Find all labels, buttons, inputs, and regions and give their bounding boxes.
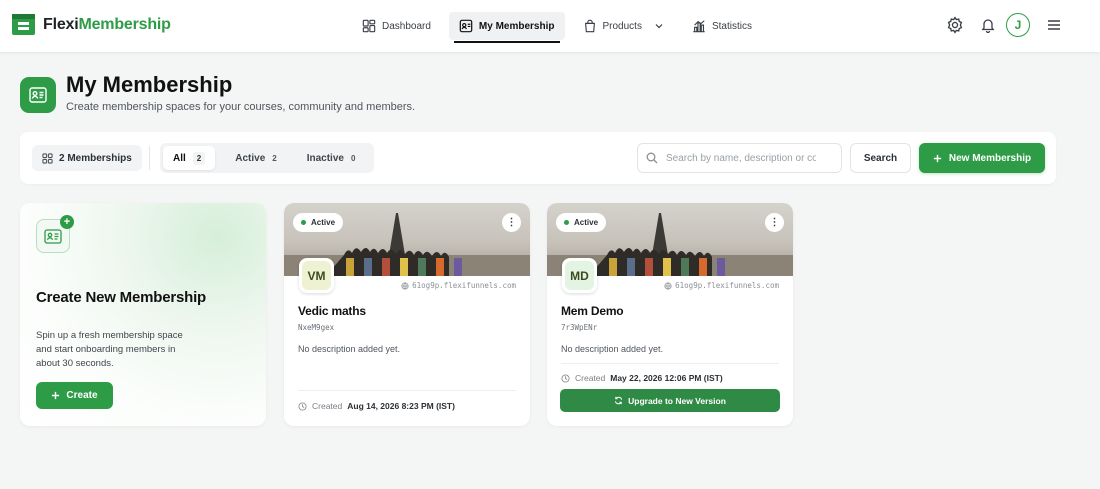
filter-active-label: Active bbox=[235, 152, 266, 164]
search-icon bbox=[646, 152, 658, 164]
status-label: Active bbox=[574, 218, 599, 227]
page-title: My Membership bbox=[66, 72, 233, 97]
bell-icon[interactable] bbox=[980, 17, 996, 33]
create-card-description: Spin up a fresh membership space and sta… bbox=[36, 330, 183, 369]
created-date: Created May 22, 2026 12:06 PM (IST) bbox=[561, 373, 723, 383]
user-avatar[interactable]: J bbox=[1006, 13, 1030, 37]
nav-dashboard[interactable]: Dashboard bbox=[352, 12, 441, 40]
brand-name: FlexiMembership bbox=[43, 15, 171, 33]
id-card-icon bbox=[29, 87, 47, 103]
membership-avatar: MD bbox=[562, 258, 597, 293]
new-membership-button[interactable]: New Membership bbox=[919, 143, 1045, 173]
membership-code: 7r3WpENr bbox=[561, 323, 598, 332]
id-card-icon bbox=[44, 228, 62, 244]
nav-my-membership[interactable]: My Membership bbox=[448, 12, 565, 43]
membership-count-label: 2 Memberships bbox=[59, 152, 132, 164]
created-date: Created Aug 14, 2026 8:23 PM (IST) bbox=[298, 401, 455, 411]
card-divider bbox=[561, 363, 779, 364]
created-label: Created bbox=[312, 401, 343, 411]
gear-icon[interactable] bbox=[946, 16, 964, 34]
filter-active-count: 2 bbox=[272, 153, 277, 163]
status-badge: Active bbox=[293, 213, 344, 232]
logo-icon bbox=[12, 14, 35, 35]
membership-card[interactable]: Active ⋮ VM 61og9p.flexifunnels.com Vedi… bbox=[284, 203, 530, 426]
top-right-actions: J bbox=[946, 13, 1062, 37]
search-button[interactable]: Search bbox=[850, 143, 911, 173]
clock-icon bbox=[561, 373, 570, 383]
grid-icon bbox=[42, 152, 53, 164]
membership-code: NxeM9gex bbox=[298, 323, 335, 332]
brand-logo[interactable]: FlexiMembership bbox=[12, 14, 171, 35]
membership-card[interactable]: Active ⋮ MD 61og9p.flexifunnels.com Mem … bbox=[547, 203, 793, 426]
filter-inactive[interactable]: Inactive 0 bbox=[297, 146, 366, 170]
status-dot bbox=[301, 220, 306, 225]
status-label: Active bbox=[311, 218, 336, 227]
membership-domain[interactable]: 61og9p.flexifunnels.com bbox=[664, 281, 779, 290]
card-divider bbox=[298, 390, 516, 391]
search-field[interactable] bbox=[637, 143, 842, 173]
upgrade-label: Upgrade to New Version bbox=[628, 395, 726, 406]
page-subtitle: Create membership spaces for your course… bbox=[66, 101, 416, 113]
chevron-down-icon bbox=[655, 24, 663, 29]
status-filter-tabs: All 2 Active 2 Inactive 0 bbox=[160, 143, 375, 173]
page-header-icon bbox=[20, 77, 56, 113]
shopping-bag-icon bbox=[584, 19, 595, 33]
more-options-icon[interactable]: ⋮ bbox=[502, 213, 521, 232]
filter-all-count: 2 bbox=[192, 151, 206, 165]
search-input[interactable] bbox=[666, 152, 816, 164]
refresh-icon bbox=[614, 396, 623, 405]
membership-name: Vedic maths bbox=[298, 304, 366, 318]
main-nav: Dashboard My Membership Products Statist… bbox=[352, 12, 770, 43]
plus-icon: + bbox=[60, 215, 74, 229]
upgrade-button[interactable]: Upgrade to New Version bbox=[560, 389, 780, 412]
membership-description: No description added yet. bbox=[561, 344, 664, 354]
filter-inactive-label: Inactive bbox=[306, 152, 344, 164]
globe-icon bbox=[664, 281, 672, 290]
id-card-icon bbox=[459, 19, 473, 33]
clock-icon bbox=[298, 401, 307, 411]
status-badge: Active bbox=[556, 213, 607, 232]
filter-all-label: All bbox=[173, 152, 186, 164]
create-membership-card[interactable]: + Create New Membership Spin up a fresh … bbox=[20, 203, 266, 426]
more-options-icon[interactable]: ⋮ bbox=[765, 213, 784, 232]
new-membership-label: New Membership bbox=[948, 152, 1032, 164]
membership-avatar: VM bbox=[299, 258, 334, 293]
statistics-icon bbox=[693, 20, 705, 33]
filter-all[interactable]: All 2 bbox=[163, 146, 216, 170]
filter-active[interactable]: Active 2 bbox=[225, 146, 286, 170]
membership-initials: VM bbox=[302, 261, 331, 290]
nav-statistics-label: Statistics bbox=[711, 20, 752, 32]
toolbar-divider bbox=[149, 146, 150, 170]
nav-dashboard-label: Dashboard bbox=[382, 20, 431, 32]
created-value: May 22, 2026 12:06 PM (IST) bbox=[610, 373, 723, 383]
plus-icon bbox=[933, 154, 941, 162]
membership-initials: MD bbox=[565, 261, 594, 290]
globe-icon bbox=[401, 281, 409, 290]
domain-text: 61og9p.flexifunnels.com bbox=[412, 281, 516, 290]
create-button-label: Create bbox=[66, 390, 98, 401]
membership-description: No description added yet. bbox=[298, 344, 401, 354]
nav-products[interactable]: Products bbox=[573, 12, 674, 40]
dashboard-icon bbox=[362, 19, 376, 33]
membership-toolbar: 2 Memberships All 2 Active 2 Inactive 0 … bbox=[20, 132, 1056, 184]
created-label: Created bbox=[575, 373, 606, 383]
membership-count: 2 Memberships bbox=[32, 145, 142, 171]
create-card-title: Create New Membership bbox=[36, 289, 207, 306]
create-button[interactable]: Create bbox=[36, 382, 113, 409]
created-value: Aug 14, 2026 8:23 PM (IST) bbox=[347, 401, 455, 411]
top-navbar: FlexiMembership Dashboard My Membership … bbox=[0, 0, 1100, 53]
membership-name: Mem Demo bbox=[561, 304, 624, 318]
menu-icon[interactable] bbox=[1046, 17, 1062, 33]
nav-products-label: Products bbox=[602, 20, 642, 32]
domain-text: 61og9p.flexifunnels.com bbox=[675, 281, 779, 290]
filter-inactive-count: 0 bbox=[350, 153, 356, 163]
plus-icon bbox=[52, 391, 60, 400]
membership-domain[interactable]: 61og9p.flexifunnels.com bbox=[401, 281, 516, 290]
status-dot bbox=[564, 220, 569, 225]
nav-my-membership-label: My Membership bbox=[478, 20, 555, 32]
nav-statistics[interactable]: Statistics bbox=[682, 12, 762, 40]
